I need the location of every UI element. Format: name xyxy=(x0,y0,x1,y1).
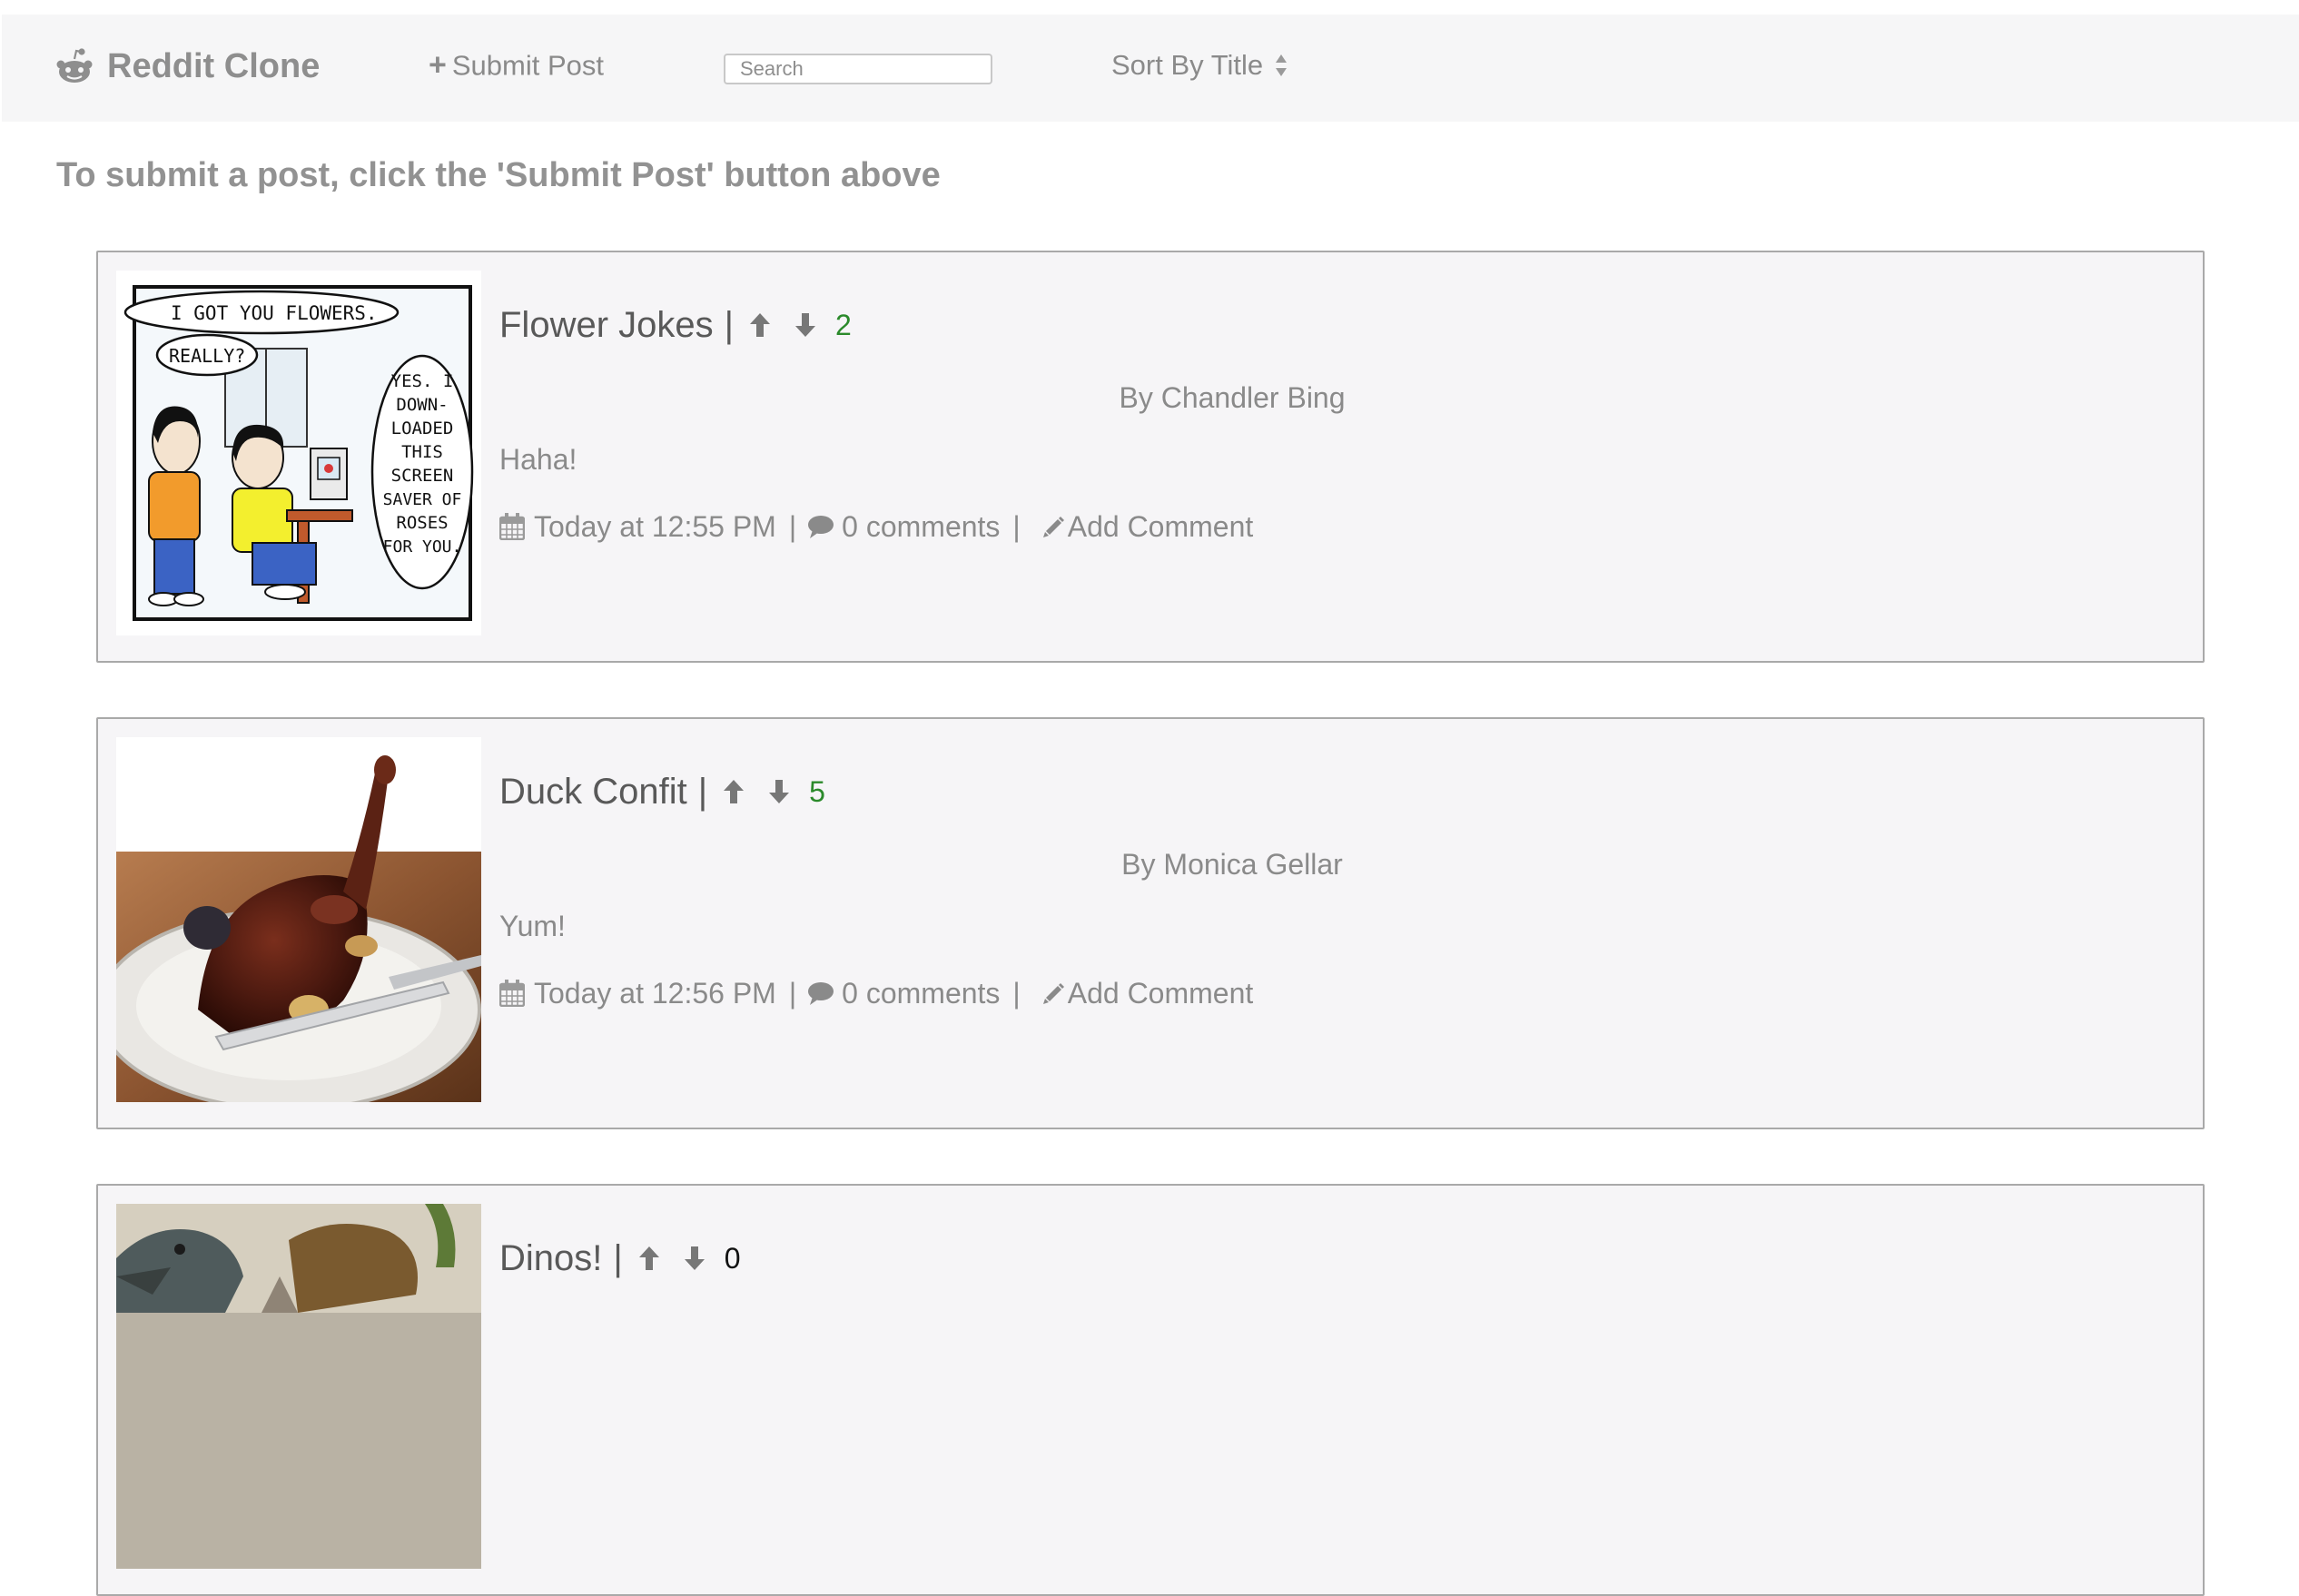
speech-text: YES. I xyxy=(391,371,454,391)
post-timestamp: Today at 12:55 PM xyxy=(534,509,776,543)
post-title-row: Flower Jokes | 2 xyxy=(499,300,852,350)
speech-text: REALLY? xyxy=(169,345,245,367)
sort-label: Sort By Title xyxy=(1111,49,1264,81)
vote-score: 2 xyxy=(835,308,852,341)
dinosaur-image xyxy=(116,1204,481,1569)
pencil-icon xyxy=(1042,983,1064,1004)
add-comment-link[interactable]: Add Comment xyxy=(1042,509,1254,544)
post-card: I GOT YOU FLOWERS. REALLY? YES. I DOWN- … xyxy=(96,251,2205,663)
speech-text: SCREEN xyxy=(391,466,454,486)
add-comment-label: Add Comment xyxy=(1067,509,1254,543)
meta-separator: | xyxy=(1012,976,1021,1010)
post-meta: Today at 12:56 PM | 0 comments | Add Com… xyxy=(499,973,1253,1013)
post-body: Haha! xyxy=(499,443,577,476)
upvote-arrow-icon[interactable] xyxy=(636,1243,663,1274)
comment-bubble-icon xyxy=(808,982,834,1005)
plus-icon: + xyxy=(429,47,447,83)
upvote-arrow-icon[interactable] xyxy=(720,776,747,807)
post-body: Yum! xyxy=(499,910,566,942)
sort-arrows-icon xyxy=(1276,54,1288,76)
comments-count-link[interactable]: 0 comments xyxy=(842,977,1000,1010)
search-input[interactable] xyxy=(724,54,992,84)
speech-text: LOADED xyxy=(391,419,454,438)
post-meta: Today at 12:55 PM | 0 comments | Add Com… xyxy=(499,507,1253,547)
brand-title: Reddit Clone xyxy=(107,46,321,85)
calendar-icon xyxy=(499,980,525,1007)
downvote-arrow-icon[interactable] xyxy=(681,1243,708,1274)
pencil-icon xyxy=(1042,517,1064,537)
sort-by-title-button[interactable]: Sort By Title xyxy=(1111,49,1288,82)
add-comment-label: Add Comment xyxy=(1067,976,1254,1010)
post-title-row: Dinos! | 0 xyxy=(499,1233,741,1284)
post-thumbnail[interactable]: I GOT YOU FLOWERS. REALLY? YES. I DOWN- … xyxy=(116,271,481,635)
post-card: Duck Confit | 5 By Monica Gellar Yum! To… xyxy=(96,717,2205,1129)
add-comment-link[interactable]: Add Comment xyxy=(1042,976,1254,1010)
speech-text: SAVER OF xyxy=(383,490,462,509)
speech-text: I GOT YOU FLOWERS. xyxy=(171,302,378,324)
speech-text: THIS xyxy=(401,442,443,462)
speech-text: DOWN- xyxy=(396,395,448,415)
vote-score: 0 xyxy=(724,1241,741,1275)
post-thumbnail[interactable] xyxy=(116,737,481,1102)
post-author: By Monica Gellar xyxy=(1121,848,1343,881)
meta-separator: | xyxy=(1012,509,1021,543)
post-card: Dinos! | 0 xyxy=(96,1184,2205,1596)
comments-count-link[interactable]: 0 comments xyxy=(842,510,1000,544)
post-title[interactable]: Duck Confit xyxy=(499,772,687,813)
post-title[interactable]: Flower Jokes xyxy=(499,305,714,346)
meta-separator: | xyxy=(788,509,797,543)
downvote-arrow-icon[interactable] xyxy=(765,776,793,807)
post-timestamp: Today at 12:56 PM xyxy=(534,976,776,1010)
calendar-icon xyxy=(499,513,525,540)
meta-separator: | xyxy=(788,976,797,1010)
title-separator: | xyxy=(724,304,735,345)
speech-text: FOR YOU. xyxy=(383,537,462,557)
post-title-row: Duck Confit | 5 xyxy=(499,766,825,817)
submit-post-label: Submit Post xyxy=(451,49,604,81)
reddit-alien-icon xyxy=(56,48,93,83)
downvote-arrow-icon[interactable] xyxy=(792,310,819,340)
duck-confit-image xyxy=(116,737,481,1102)
brand-link[interactable]: Reddit Clone xyxy=(54,42,320,91)
title-separator: | xyxy=(697,771,708,812)
submit-post-link[interactable]: + Submit Post xyxy=(429,48,604,84)
submit-instruction: To submit a post, click the 'Submit Post… xyxy=(56,156,941,194)
post-thumbnail[interactable] xyxy=(116,1204,481,1569)
comment-bubble-icon xyxy=(808,516,834,538)
speech-text: ROSES xyxy=(396,513,448,533)
comic-strip-image: I GOT YOU FLOWERS. REALLY? YES. I DOWN- … xyxy=(116,271,481,635)
navbar: Reddit Clone + Submit Post Sort By Title xyxy=(2,15,2299,122)
upvote-arrow-icon[interactable] xyxy=(746,310,774,340)
post-author: By Chandler Bing xyxy=(1119,381,1346,414)
vote-score: 5 xyxy=(809,774,825,808)
